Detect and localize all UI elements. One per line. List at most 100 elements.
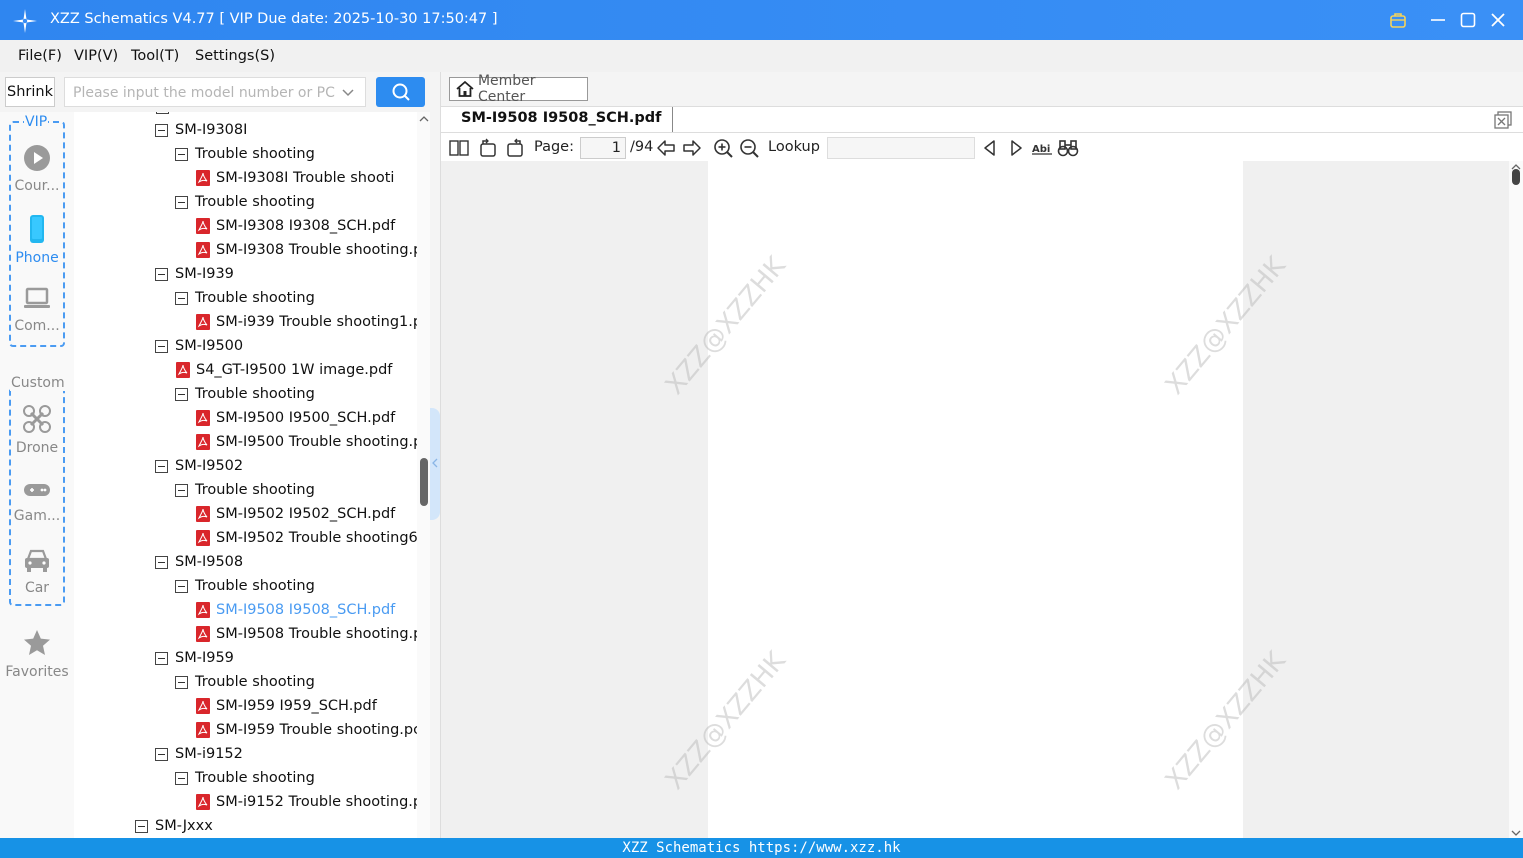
category-game[interactable]: Gam... bbox=[0, 478, 74, 524]
binoculars-icon[interactable] bbox=[1057, 137, 1079, 159]
scroll-up-icon[interactable] bbox=[419, 114, 429, 124]
page-number-input[interactable]: 1 bbox=[580, 137, 626, 159]
tree-folder-item[interactable]: Trouble shooting bbox=[175, 142, 315, 166]
minimize-icon[interactable] bbox=[1426, 8, 1450, 32]
collapse-toggle-icon[interactable] bbox=[155, 339, 168, 353]
tree-file-item[interactable]: SM-I9500 Trouble shooting.p bbox=[196, 430, 422, 454]
tree-folder-item[interactable]: Trouble shooting bbox=[175, 670, 315, 694]
collapse-toggle-icon[interactable] bbox=[155, 267, 168, 281]
model-search-input[interactable] bbox=[73, 83, 335, 103]
category-drone[interactable]: Drone bbox=[0, 404, 74, 456]
rotate-right-icon[interactable] bbox=[504, 137, 526, 159]
tree-item-label: SM-I9500 bbox=[175, 338, 244, 354]
tree-folder-item[interactable]: SM-I9308I bbox=[155, 118, 247, 142]
tree-folder-item[interactable]: Trouble shooting bbox=[175, 574, 315, 598]
pdf-file-icon bbox=[176, 362, 190, 378]
collapse-toggle-icon[interactable] bbox=[155, 123, 168, 137]
tree-folder-item[interactable]: SM-I9508 bbox=[155, 550, 243, 574]
category-phone[interactable]: Phone bbox=[0, 214, 74, 266]
tree-file-item[interactable]: SM-I959 I959_SCH.pdf bbox=[196, 694, 377, 718]
zoom-in-icon[interactable] bbox=[712, 137, 734, 159]
chevron-down-icon[interactable] bbox=[341, 85, 355, 99]
close-icon[interactable] bbox=[1486, 8, 1510, 32]
collapse-toggle-icon[interactable] bbox=[155, 555, 168, 569]
document-scrollbar[interactable] bbox=[1509, 161, 1523, 838]
scrollbar-thumb[interactable] bbox=[420, 458, 428, 506]
search-button[interactable] bbox=[376, 77, 425, 107]
tree-item-label: SM-i9152 bbox=[175, 746, 243, 762]
document-view[interactable]: XZZ@XZZHK XZZ@XZZHK XZZ@XZZHK XZZ@XZZHK bbox=[441, 161, 1509, 838]
collapse-toggle-icon[interactable] bbox=[175, 579, 188, 593]
collapse-toggle-icon[interactable] bbox=[155, 651, 168, 665]
tree-file-item[interactable]: SM-I959 Trouble shooting.pc bbox=[196, 718, 421, 742]
menu-file[interactable]: File(F) bbox=[18, 48, 62, 64]
tree-folder-item[interactable]: SM-I9502 bbox=[155, 454, 243, 478]
pdf-file-icon bbox=[196, 698, 210, 714]
collapse-toggle-icon[interactable] bbox=[155, 747, 168, 761]
document-tab[interactable]: SM-I9508 I9508_SCH.pdf bbox=[450, 107, 673, 132]
tree-folder-item[interactable]: SM-I959 bbox=[155, 646, 234, 670]
shrink-button[interactable]: Shrink bbox=[5, 77, 55, 107]
tree-folder-item[interactable]: Trouble shooting bbox=[175, 190, 315, 214]
tree-folder-item[interactable]: Trouble shooting bbox=[175, 382, 315, 406]
collapse-toggle-icon[interactable] bbox=[175, 675, 188, 689]
tree-file-item[interactable]: SM-I9500 I9500_SCH.pdf bbox=[196, 406, 395, 430]
favorites-button[interactable]: Favorites bbox=[0, 628, 74, 680]
tree-item-label: SM-I9508 bbox=[175, 554, 244, 570]
collapse-toggle-icon[interactable] bbox=[175, 387, 188, 401]
tree-folder-item[interactable]: Trouble shooting bbox=[175, 286, 315, 310]
rotate-left-icon[interactable] bbox=[477, 137, 499, 159]
tree-toggle-icon[interactable] bbox=[156, 112, 169, 114]
menu-settings[interactable]: Settings(S) bbox=[195, 48, 275, 64]
close-tabs-icon[interactable] bbox=[1493, 110, 1513, 130]
tree-file-item[interactable]: SM-I9508 I9508_SCH.pdf bbox=[196, 598, 395, 622]
collapse-toggle-icon[interactable] bbox=[175, 483, 188, 497]
tree-file-item[interactable]: SM-i9152 Trouble shooting.p bbox=[196, 790, 422, 814]
two-page-view-icon[interactable] bbox=[448, 137, 470, 159]
collapse-toggle-icon[interactable] bbox=[175, 291, 188, 305]
tree-file-item[interactable]: SM-I9308 Trouble shooting.p bbox=[196, 238, 422, 262]
panel-collapse-handle[interactable] bbox=[430, 408, 440, 520]
tree-folder-item[interactable]: SM-I939 bbox=[155, 262, 234, 286]
member-center-button[interactable]: Member Center bbox=[449, 73, 588, 105]
tree-file-item[interactable]: SM-I9502 I9502_SCH.pdf bbox=[196, 502, 395, 526]
tree-folder-item[interactable]: Trouble shooting bbox=[175, 766, 315, 790]
vip-bag-icon[interactable] bbox=[1386, 8, 1410, 32]
scroll-down-icon[interactable] bbox=[1511, 829, 1521, 837]
lookup-input[interactable] bbox=[827, 137, 975, 159]
match-case-icon[interactable]: Abi bbox=[1031, 137, 1053, 159]
category-computer[interactable]: Com... bbox=[0, 284, 74, 334]
maximize-icon[interactable] bbox=[1456, 8, 1480, 32]
zoom-out-icon[interactable] bbox=[738, 137, 760, 159]
find-previous-icon[interactable] bbox=[979, 137, 1001, 159]
tree-folder-item[interactable]: SM-i9152 bbox=[155, 742, 243, 766]
tree-file-item[interactable]: SM-I9502 Trouble shooting6 bbox=[196, 526, 418, 550]
category-label: Cour... bbox=[14, 178, 60, 194]
tree-file-item[interactable]: SM-i939 Trouble shooting1.p bbox=[196, 310, 422, 334]
collapse-toggle-icon[interactable] bbox=[175, 147, 188, 161]
tree-folder-item[interactable]: Trouble shooting bbox=[175, 478, 315, 502]
category-courses[interactable]: Cour... bbox=[0, 144, 74, 194]
tree-file-item[interactable]: S4_GT-I9500 1W image.pdf bbox=[176, 358, 392, 382]
tree-folder-item[interactable]: SM-Jxxx bbox=[135, 814, 213, 838]
category-label: Drone bbox=[15, 440, 59, 456]
model-search-box[interactable] bbox=[64, 77, 366, 107]
tree-file-item[interactable]: SM-I9508 Trouble shooting.p bbox=[196, 622, 422, 646]
collapse-toggle-icon[interactable] bbox=[175, 771, 188, 785]
scrollbar-thumb[interactable] bbox=[1512, 169, 1520, 185]
category-car[interactable]: Car bbox=[0, 546, 74, 596]
pdf-file-icon bbox=[196, 410, 210, 426]
tree-scrollbar[interactable] bbox=[417, 112, 430, 838]
previous-page-icon[interactable] bbox=[655, 137, 677, 159]
menu-vip[interactable]: VIP(V) bbox=[74, 48, 118, 64]
find-next-icon[interactable] bbox=[1005, 137, 1027, 159]
menu-tool[interactable]: Tool(T) bbox=[131, 48, 179, 64]
tree-folder-item[interactable]: SM-I9500 bbox=[155, 334, 243, 358]
tree-file-item[interactable]: SM-I9308 I9308_SCH.pdf bbox=[196, 214, 395, 238]
tree-item-label: SM-I959 I959_SCH.pdf bbox=[216, 698, 377, 714]
collapse-toggle-icon[interactable] bbox=[175, 195, 188, 209]
collapse-toggle-icon[interactable] bbox=[135, 819, 148, 833]
collapse-toggle-icon[interactable] bbox=[155, 459, 168, 473]
next-page-icon[interactable] bbox=[681, 137, 703, 159]
tree-file-item[interactable]: SM-I9308I Trouble shooti bbox=[196, 166, 394, 190]
